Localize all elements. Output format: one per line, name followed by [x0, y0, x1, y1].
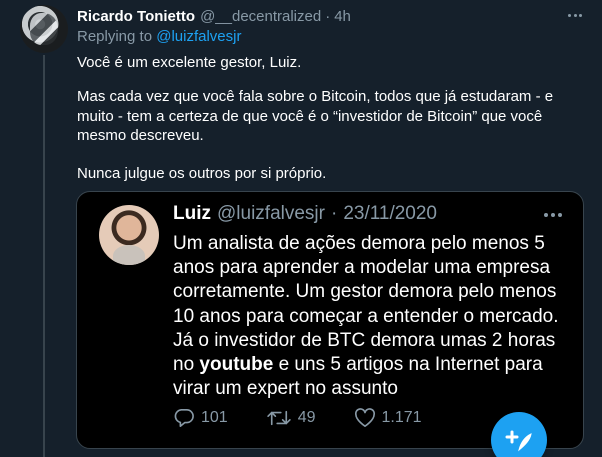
quoted-tweet-text: Um analista de ações demora pelo menos 5…	[173, 232, 573, 401]
quoted-text-bold: youtube	[199, 354, 274, 376]
quoted-tweet-actions: 101 49 1.171	[173, 405, 460, 431]
retweet-count: 49	[297, 409, 316, 426]
like-button[interactable]: 1.171	[354, 408, 422, 428]
separator-dot: ·	[330, 203, 338, 224]
like-count: 1.171	[381, 409, 422, 426]
tweet-time[interactable]: 4h	[334, 8, 351, 25]
author-avatar[interactable]	[20, 5, 68, 53]
thread-line	[43, 55, 45, 457]
author-handle[interactable]: @__decentralized	[200, 8, 321, 25]
tweet-paragraph: Você é um excelente gestor, Luiz.	[77, 54, 302, 71]
tweet-header: Ricardo Tonietto @__decentralized · 4h	[77, 6, 351, 26]
replying-prefix: Replying to	[77, 28, 153, 45]
reply-count: 101	[201, 409, 228, 426]
tweet-body: Você é um excelente gestor, Luiz. Mas ca…	[77, 53, 577, 182]
separator-dot: ·	[325, 7, 331, 25]
compose-tweet-icon	[505, 430, 532, 452]
more-options-icon[interactable]	[539, 208, 567, 222]
retweet-button[interactable]: 49	[266, 408, 316, 428]
quoted-author-avatar[interactable]	[99, 205, 159, 265]
quoted-tweet-header: Luiz @luizfalvesjr · 23/11/2020	[173, 203, 437, 225]
quoted-author-name[interactable]: Luiz	[173, 203, 211, 225]
tweet-paragraph: Nunca julgue os outros por si próprio.	[77, 165, 327, 182]
tweet-paragraph: Mas cada vez que você fala sobre o Bitco…	[77, 88, 554, 144]
reply-icon	[174, 409, 194, 427]
retweet-icon	[266, 410, 291, 426]
replying-to-link[interactable]: @luizfalvesjr	[156, 28, 241, 45]
quoted-tweet-date[interactable]: 23/11/2020	[343, 203, 437, 225]
quoted-tweet[interactable]: Luiz @luizfalvesjr · 23/11/2020 Um anali…	[76, 191, 584, 449]
more-options-icon[interactable]	[562, 4, 588, 26]
replying-to: Replying to @luizfalvesjr	[77, 28, 241, 45]
author-name[interactable]: Ricardo Tonietto	[77, 8, 195, 25]
heart-icon	[354, 408, 375, 427]
quoted-author-handle[interactable]: @luizfalvesjr	[217, 203, 325, 225]
tweet: Ricardo Tonietto @__decentralized · 4h R…	[0, 0, 602, 457]
reply-button[interactable]: 101	[173, 408, 228, 428]
